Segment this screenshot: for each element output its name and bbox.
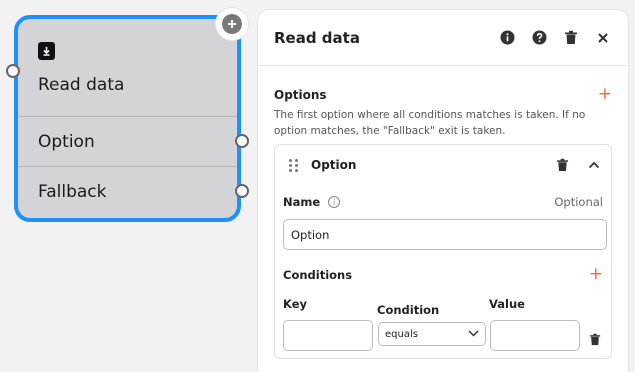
option-title: Option (311, 158, 357, 172)
add-option-button[interactable]: + (598, 86, 612, 103)
options-description: The first option where all conditions ma… (274, 109, 586, 137)
node-title: Read data (38, 75, 125, 95)
chevron-down-icon (468, 329, 479, 340)
delete-condition-icon[interactable] (589, 331, 601, 350)
condition-label: Condition (377, 303, 440, 317)
options-title: Options (274, 87, 327, 102)
plus-icon (222, 14, 242, 34)
panel-title: Read data (274, 28, 360, 47)
value-label: Value (489, 297, 525, 311)
panel-header: Read data (258, 10, 628, 66)
condition-select-value: equals (385, 328, 418, 340)
drag-handle-icon[interactable] (289, 158, 301, 172)
read-data-node[interactable]: Read data Option Fallback (6, 15, 249, 222)
node-output-option: Option (18, 116, 237, 166)
key-input[interactable] (283, 320, 373, 351)
key-label: Key (283, 297, 308, 311)
name-label: Name (283, 195, 321, 209)
collapse-chevron-icon[interactable] (585, 156, 603, 174)
optional-hint: Optional (554, 195, 603, 209)
condition-select[interactable]: equals (378, 322, 486, 346)
conditions-label: Conditions (283, 267, 353, 282)
options-section: Options + The first option where all con… (258, 86, 628, 359)
properties-panel: Read data Options + The first option whe… (257, 9, 629, 372)
fallback-output-port[interactable] (235, 184, 249, 198)
input-port[interactable] (6, 64, 20, 78)
name-info-icon[interactable]: i (328, 196, 341, 208)
trash-icon[interactable] (562, 29, 580, 47)
help-icon[interactable] (530, 29, 548, 47)
option-output-port[interactable] (235, 134, 249, 148)
delete-option-icon[interactable] (553, 156, 571, 174)
info-icon[interactable] (498, 29, 516, 47)
option-card: Option Name i Optional Option Conditions… (274, 144, 612, 359)
name-input[interactable]: Option (283, 219, 607, 250)
node-output-fallback: Fallback (18, 166, 237, 216)
add-condition-button[interactable]: + (589, 266, 603, 283)
node-header: Read data (18, 19, 237, 116)
add-node-button[interactable] (216, 8, 248, 40)
value-input[interactable] (490, 320, 580, 351)
download-file-icon (38, 42, 55, 60)
close-icon[interactable] (594, 29, 612, 47)
